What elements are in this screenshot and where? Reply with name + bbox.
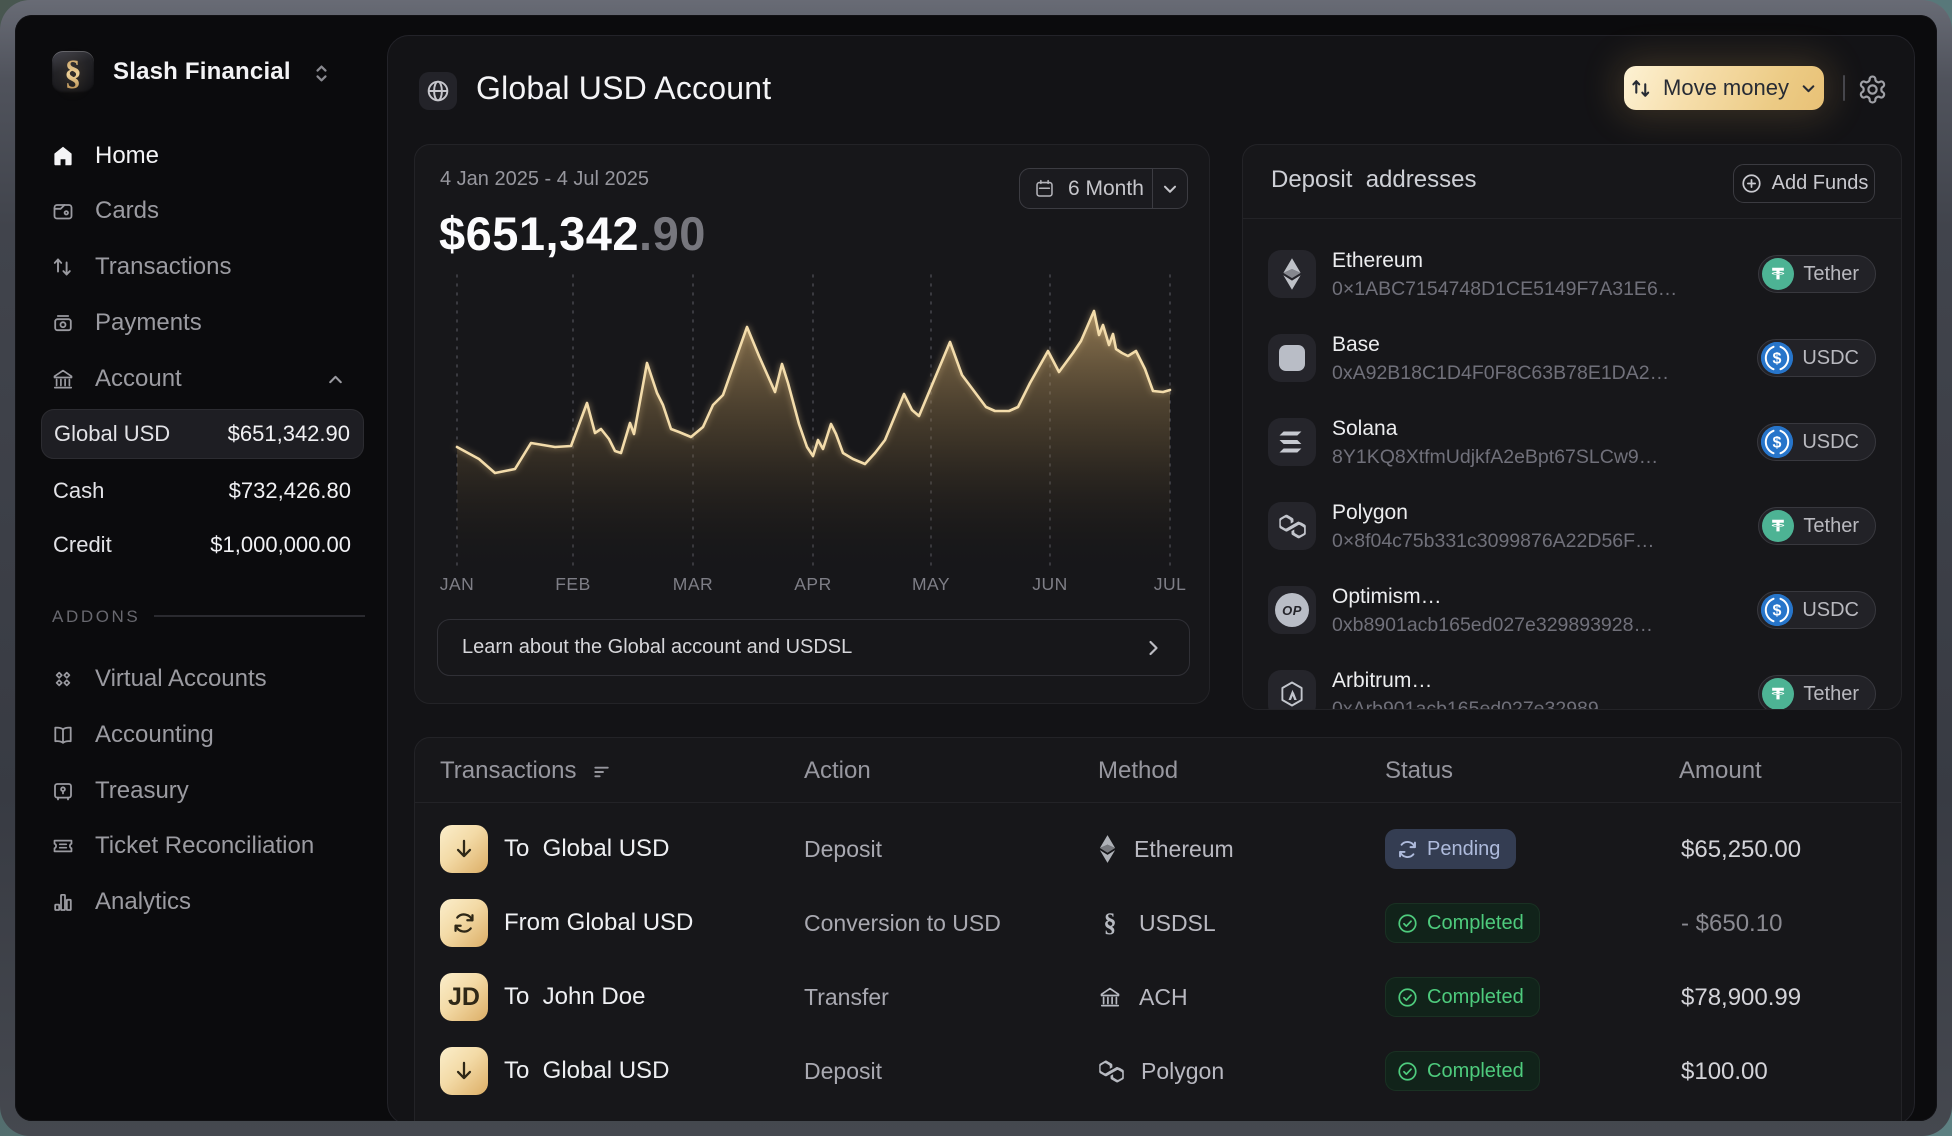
svg-text:$: $ — [1773, 435, 1782, 452]
svg-text:$: $ — [1773, 351, 1782, 368]
svg-text:JUN: JUN — [1032, 574, 1068, 594]
svg-text:MAR: MAR — [673, 574, 713, 594]
svg-text:$: $ — [1773, 603, 1782, 620]
svg-text:JUL: JUL — [1154, 574, 1187, 594]
svg-text:APR: APR — [794, 574, 831, 594]
svg-text:JAN: JAN — [440, 574, 475, 594]
svg-text:FEB: FEB — [555, 574, 591, 594]
svg-text:MAY: MAY — [912, 574, 950, 594]
